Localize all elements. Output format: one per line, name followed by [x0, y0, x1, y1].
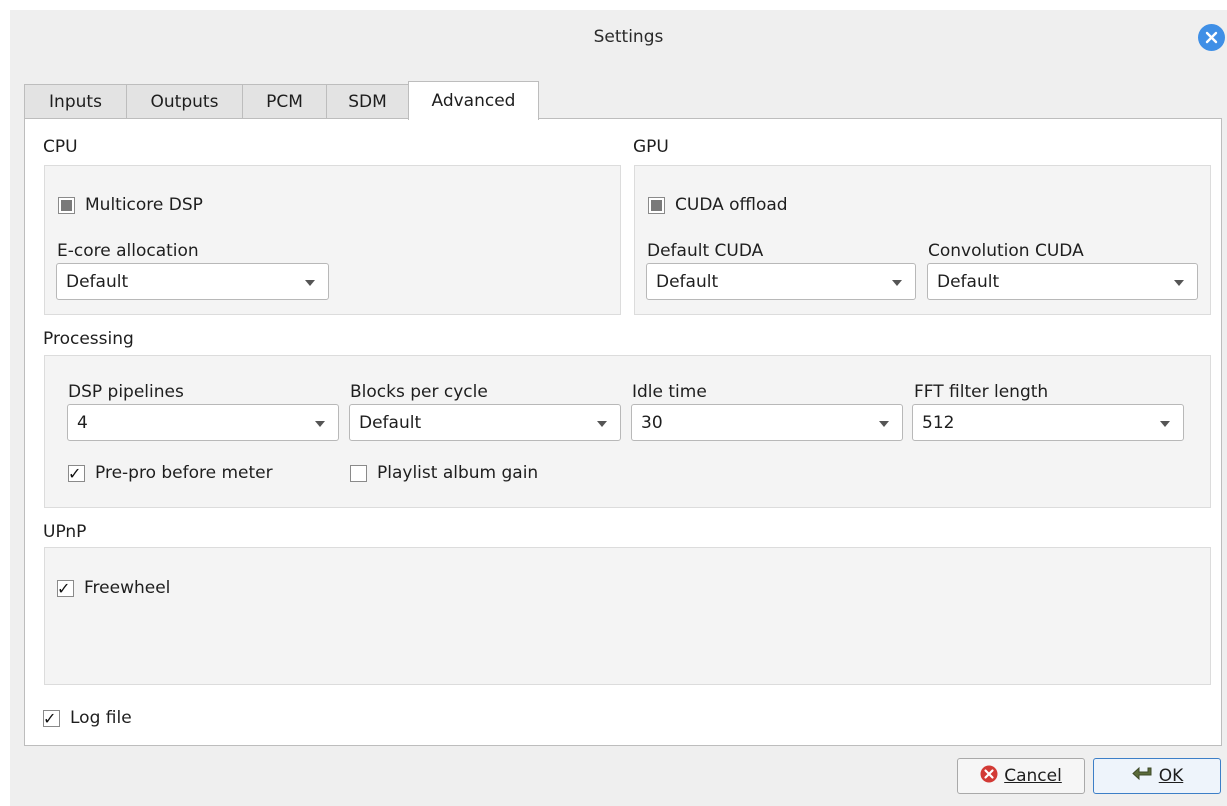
cancel-button-label: Cancel — [1004, 766, 1062, 786]
default-cuda-select[interactable]: Default — [646, 263, 916, 300]
checkbox-label: Multicore DSP — [85, 195, 203, 215]
chevron-down-icon — [1174, 280, 1184, 286]
blocks-per-cycle-select[interactable]: Default — [349, 404, 621, 441]
ok-arrow-icon — [1131, 765, 1153, 788]
gpu-section-title: GPU — [633, 137, 669, 157]
checkbox-label: Log file — [70, 708, 132, 728]
cpu-group: Multicore DSP E-core allocation Default — [44, 165, 621, 315]
checkbox-box: ✓ — [57, 578, 74, 598]
tab-pcm[interactable]: PCM — [242, 84, 327, 119]
checkbox-box: ✓ — [43, 708, 60, 728]
cpu-section-title: CPU — [43, 137, 78, 157]
fft-filter-length-label: FFT filter length — [914, 382, 1049, 402]
chevron-down-icon — [597, 421, 607, 427]
checkbox-label: CUDA offload — [675, 195, 788, 215]
tab-label: PCM — [266, 92, 303, 112]
close-icon[interactable] — [1198, 24, 1225, 51]
checkbox-label: Freewheel — [84, 578, 171, 598]
chevron-down-icon — [1160, 421, 1170, 427]
tab-sdm[interactable]: SDM — [326, 84, 409, 119]
advanced-panel: CPU Multicore DSP E-core allocation Defa… — [24, 118, 1222, 746]
fft-filter-length-select[interactable]: 512 — [912, 404, 1184, 441]
tab-label: Advanced — [431, 91, 516, 111]
processing-group: DSP pipelines 4 Blocks per cycle Default… — [44, 355, 1211, 508]
checkmark-icon: ✓ — [43, 708, 57, 728]
tab-label: Inputs — [49, 92, 102, 112]
checkbox-box — [58, 196, 75, 214]
select-value: Default — [937, 272, 1000, 292]
select-value: Default — [359, 413, 422, 433]
select-value: 4 — [77, 413, 88, 433]
checkmark-icon: ✓ — [68, 463, 82, 483]
prepro-before-meter-checkbox[interactable]: ✓ Pre-pro before meter — [68, 463, 273, 483]
ok-button-label: OK — [1158, 766, 1184, 786]
checkbox-box: ✓ — [68, 463, 85, 483]
ok-button[interactable]: OK — [1093, 758, 1221, 794]
cancel-button[interactable]: Cancel — [957, 758, 1085, 794]
dsp-pipelines-select[interactable]: 4 — [67, 404, 339, 441]
select-value: 512 — [922, 413, 955, 433]
checkbox-label: Playlist album gain — [377, 463, 539, 483]
tab-label: SDM — [348, 92, 387, 112]
chevron-down-icon — [879, 421, 889, 427]
dsp-pipelines-label: DSP pipelines — [68, 382, 184, 402]
select-value: Default — [66, 272, 129, 292]
chevron-down-icon — [305, 280, 315, 286]
upnp-group: ✓ Freewheel — [44, 547, 1211, 685]
gpu-group: CUDA offload Default CUDA Default Convol… — [634, 165, 1211, 315]
processing-section-title: Processing — [43, 329, 134, 349]
idle-time-label: Idle time — [632, 382, 707, 402]
checkbox-box — [648, 196, 665, 214]
multicore-dsp-checkbox[interactable]: Multicore DSP — [58, 195, 203, 215]
checkbox-box — [350, 464, 367, 482]
select-value: 30 — [641, 413, 663, 433]
default-cuda-label: Default CUDA — [647, 241, 764, 261]
playlist-album-gain-checkbox[interactable]: Playlist album gain — [350, 463, 538, 483]
ecore-allocation-label: E-core allocation — [57, 241, 199, 261]
chevron-down-icon — [315, 421, 325, 427]
blocks-per-cycle-label: Blocks per cycle — [350, 382, 488, 402]
checkmark-icon: ✓ — [57, 578, 71, 598]
tab-advanced[interactable]: Advanced — [408, 81, 539, 120]
upnp-section-title: UPnP — [43, 522, 87, 542]
idle-time-select[interactable]: 30 — [631, 404, 903, 441]
convolution-cuda-label: Convolution CUDA — [928, 241, 1084, 261]
tab-label: Outputs — [150, 92, 219, 112]
ecore-allocation-select[interactable]: Default — [56, 263, 329, 300]
tab-inputs[interactable]: Inputs — [24, 84, 127, 119]
convolution-cuda-select[interactable]: Default — [927, 263, 1198, 300]
checkbox-label: Pre-pro before meter — [95, 463, 273, 483]
title-bar[interactable]: Settings — [10, 10, 1227, 70]
select-value: Default — [656, 272, 719, 292]
window-title: Settings — [593, 27, 664, 47]
freewheel-checkbox[interactable]: ✓ Freewheel — [57, 578, 170, 598]
cuda-offload-checkbox[interactable]: CUDA offload — [648, 195, 788, 215]
cancel-icon — [980, 765, 998, 788]
log-file-checkbox[interactable]: ✓ Log file — [43, 708, 132, 728]
chevron-down-icon — [892, 280, 902, 286]
tab-outputs[interactable]: Outputs — [126, 84, 243, 119]
